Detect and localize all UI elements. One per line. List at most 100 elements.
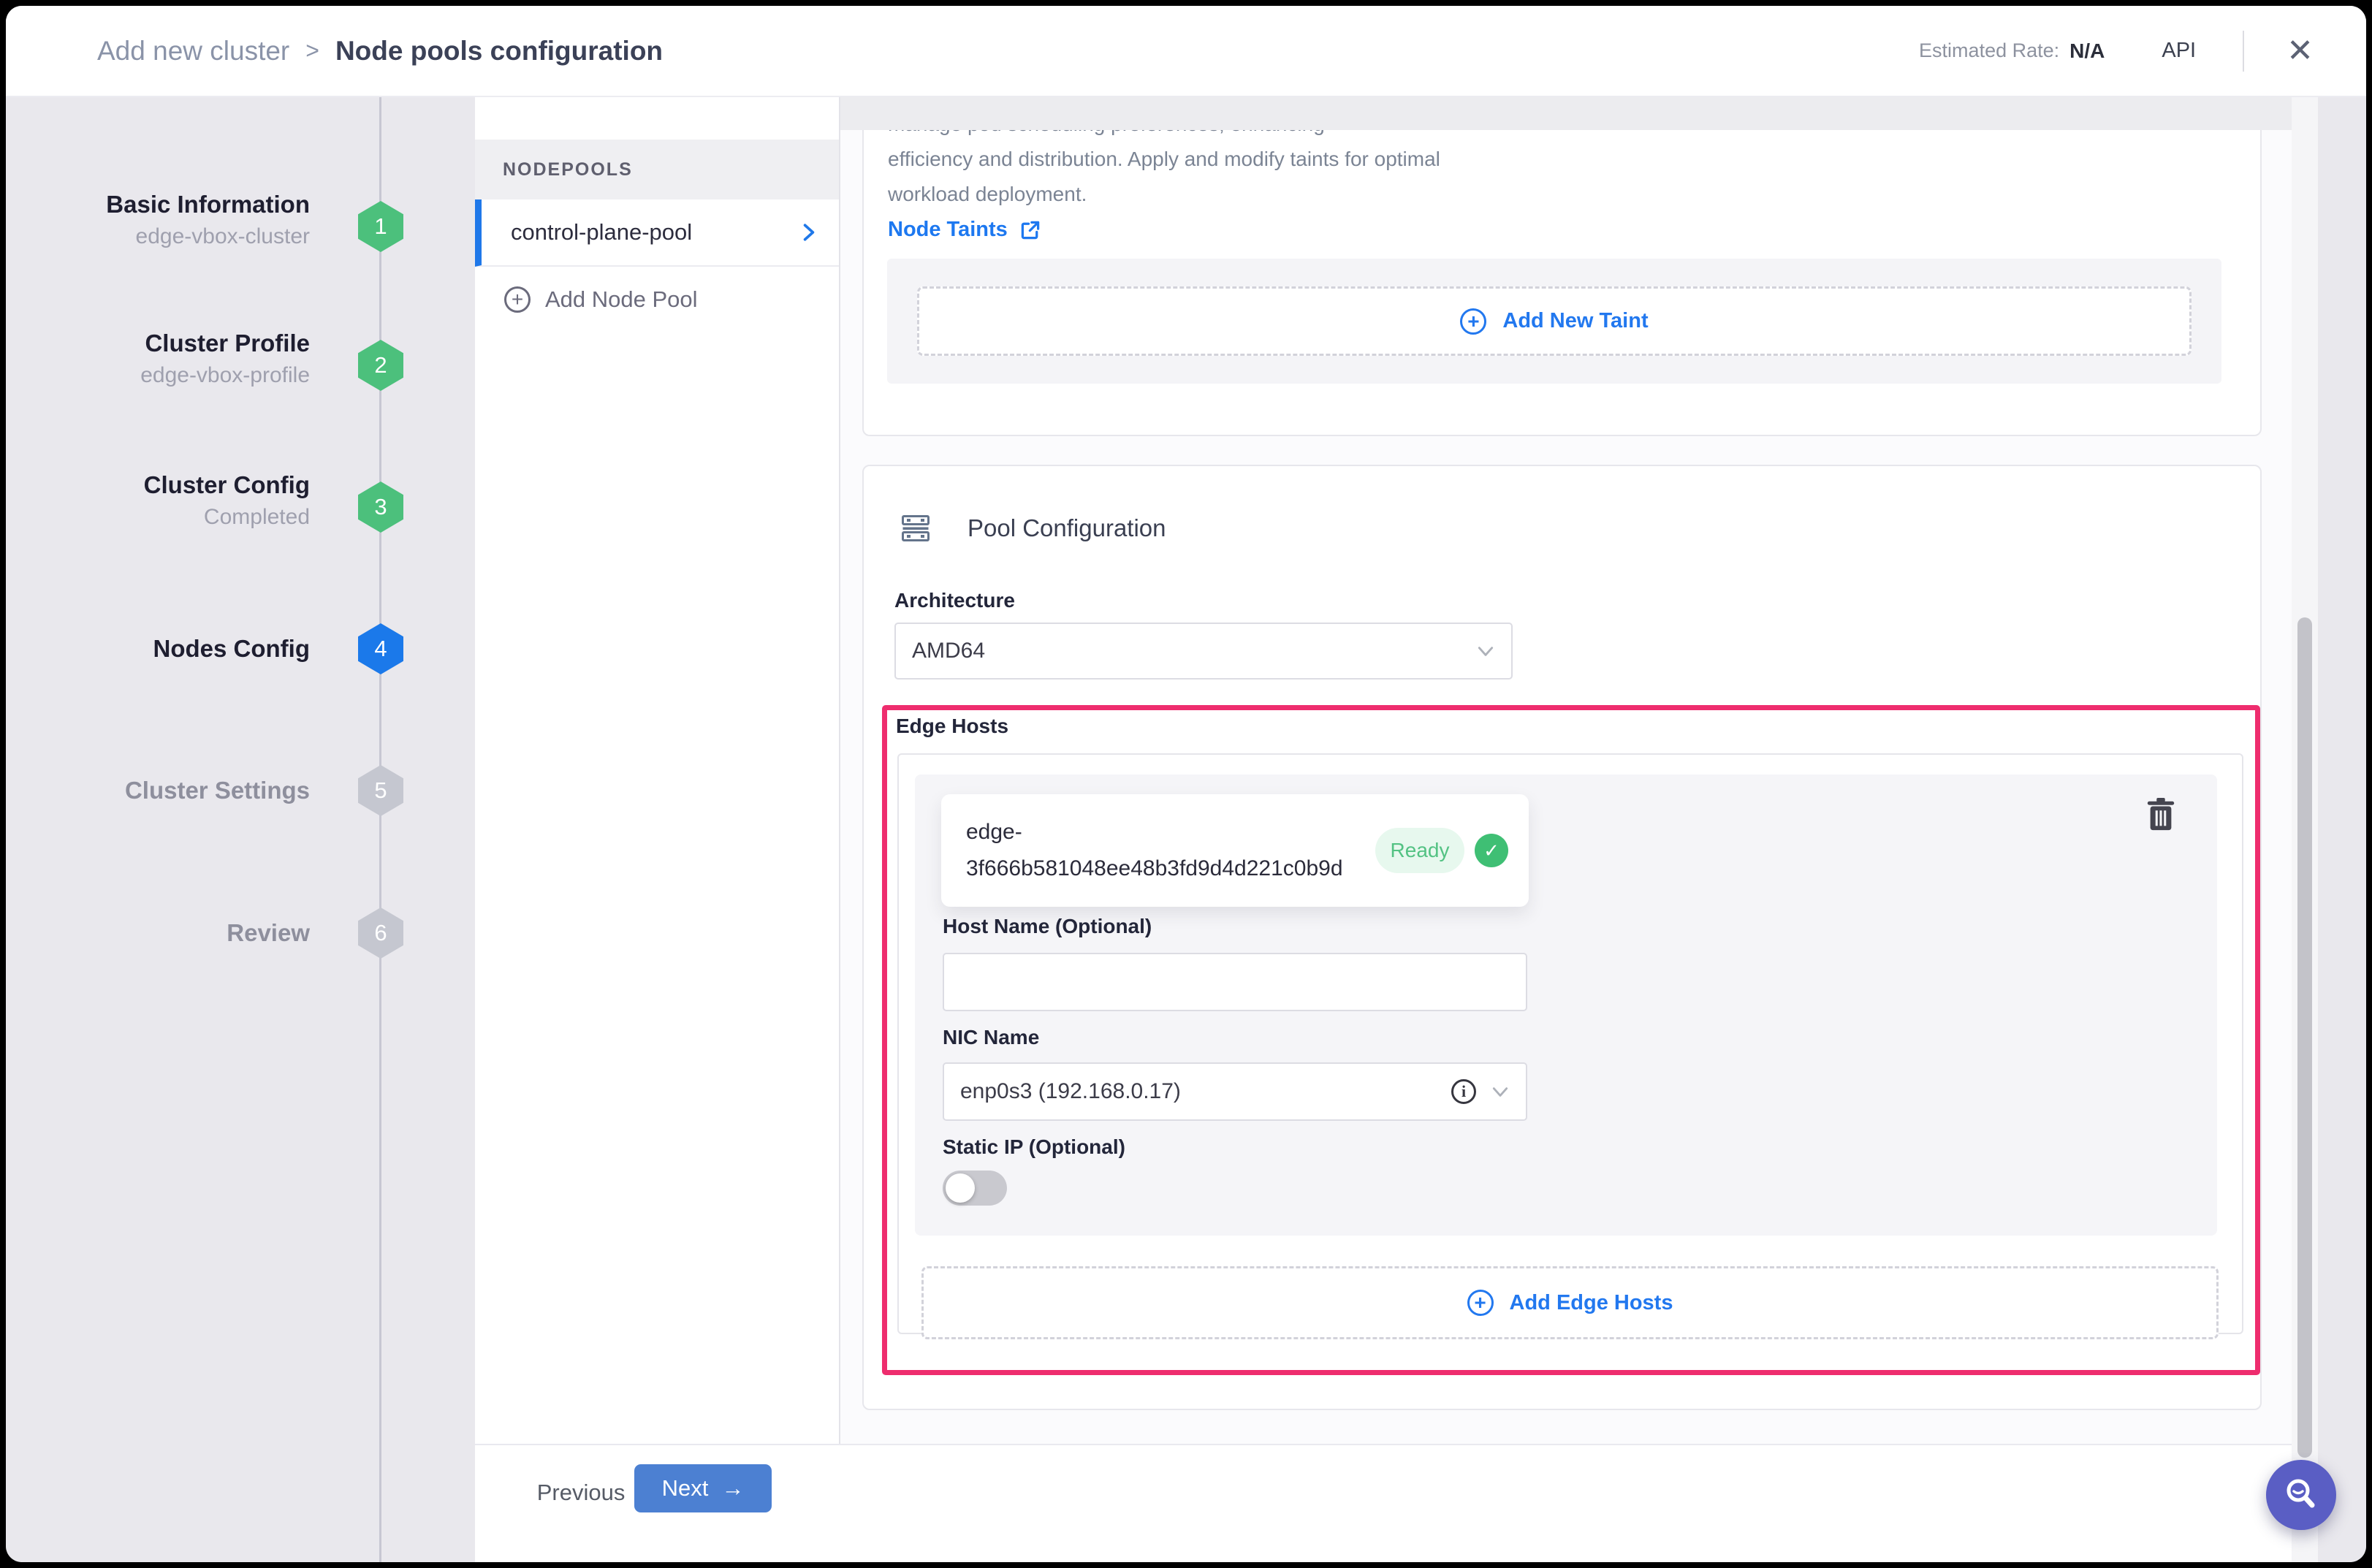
edge-host-id-line1: edge-	[966, 814, 1343, 850]
status-badge: Ready	[1375, 828, 1464, 873]
host-name-input[interactable]	[943, 953, 1527, 1011]
taints-list-container: + Add New Taint	[887, 259, 2221, 384]
plus-glyph: +	[1474, 1293, 1486, 1313]
step-cluster-profile[interactable]: Cluster Profile edge-vbox-profile	[32, 327, 310, 392]
step-4-badge[interactable]: 4	[358, 623, 403, 674]
plus-circle-icon: +	[1460, 308, 1486, 335]
main-top-strip	[840, 97, 2292, 130]
header-actions: Estimated Rate: N/A API ✕	[1919, 31, 2314, 72]
arrow-right-icon: →	[721, 1475, 744, 1502]
plus-glyph: +	[512, 289, 523, 310]
edge-host-id: edge- 3f666b581048ee48b3fd9d4d221c0b9d	[966, 814, 1343, 887]
step-title: Cluster Profile	[32, 327, 310, 359]
chevron-down-icon	[1476, 642, 1495, 661]
edge-hosts-container: edge- 3f666b581048ee48b3fd9d4d221c0b9d R…	[897, 753, 2243, 1334]
taints-description-line-clipped: manage pod scheduling preferences, enhan…	[888, 130, 1440, 142]
estimated-rate-value: N/A	[2069, 39, 2105, 63]
stepper-line	[379, 97, 381, 1562]
next-button[interactable]: Next →	[634, 1464, 772, 1512]
architecture-label: Architecture	[894, 589, 1015, 612]
architecture-value: AMD64	[912, 639, 985, 663]
header-divider	[2243, 31, 2244, 72]
wizard-header: Add new cluster > Node pools configurati…	[6, 6, 2366, 97]
step-title: Cluster Config	[32, 469, 310, 501]
nodepool-item-control-plane-pool[interactable]: control-plane-pool	[475, 199, 839, 267]
step-number: 3	[374, 494, 387, 520]
node-taints-card: manage pod scheduling preferences, enhan…	[862, 130, 2262, 436]
step-number: 2	[374, 352, 387, 378]
step-3-badge[interactable]: 3	[358, 482, 403, 533]
plus-circle-icon: +	[1467, 1290, 1494, 1316]
nic-name-label: NIC Name	[943, 1026, 1039, 1049]
step-1-badge[interactable]: 1	[358, 201, 403, 252]
add-new-taint-label: Add New Taint	[1502, 309, 1648, 333]
step-cluster-config[interactable]: Cluster Config Completed	[32, 469, 310, 533]
step-cluster-settings[interactable]: Cluster Settings	[32, 775, 310, 807]
static-ip-label: Static IP (Optional)	[943, 1135, 1125, 1159]
add-edge-hosts-label: Add Edge Hosts	[1510, 1291, 1673, 1315]
pool-configuration-header: Pool Configuration	[902, 514, 1166, 542]
taints-description-line2: efficiency and distribution. Apply and m…	[888, 142, 1440, 177]
api-button[interactable]: API	[2162, 39, 2196, 63]
architecture-select[interactable]: AMD64	[894, 623, 1513, 680]
step-subtitle: Completed	[32, 501, 310, 533]
estimated-rate-label: Estimated Rate:	[1919, 39, 2059, 62]
breadcrumb-parent[interactable]: Add new cluster	[97, 36, 289, 66]
check-glyph: ✓	[1483, 840, 1499, 862]
edge-hosts-label: Edge Hosts	[896, 715, 1008, 738]
add-node-pool-label: Add Node Pool	[545, 286, 698, 313]
nodepools-panel: NODEPOOLS control-plane-pool + Add Node …	[475, 97, 840, 1562]
step-review[interactable]: Review	[32, 917, 310, 949]
step-5-badge[interactable]: 5	[358, 765, 403, 816]
info-icon[interactable]: i	[1451, 1079, 1476, 1104]
step-number: 5	[374, 777, 387, 804]
step-title: Review	[32, 917, 310, 949]
step-6-badge[interactable]: 6	[358, 907, 403, 959]
check-circle-icon: ✓	[1475, 834, 1508, 867]
step-number: 4	[374, 636, 387, 662]
edge-host-id-line2: 3f666b581048ee48b3fd9d4d221c0b9d	[966, 850, 1343, 887]
add-new-taint-button[interactable]: + Add New Taint	[917, 286, 2192, 356]
chevron-down-icon	[1491, 1082, 1510, 1101]
step-basic-information[interactable]: Basic Information edge-vbox-cluster	[32, 189, 310, 253]
toggle-knob	[946, 1173, 975, 1203]
external-link-icon	[1019, 219, 1041, 241]
vertical-scrollbar-thumb[interactable]	[2297, 617, 2312, 1458]
step-2-badge[interactable]: 2	[358, 340, 403, 391]
plus-circle-icon: +	[504, 286, 531, 313]
edge-host-entry: edge- 3f666b581048ee48b3fd9d4d221c0b9d R…	[915, 775, 2217, 1236]
nodepool-name: control-plane-pool	[511, 219, 692, 246]
delete-host-trash-icon[interactable]	[2144, 796, 2178, 833]
add-node-pool-button[interactable]: + Add Node Pool	[475, 267, 839, 332]
taints-description-line3: workload deployment.	[888, 177, 1440, 212]
chevron-right-icon	[799, 223, 818, 242]
wizard-stepper-sidebar: Basic Information edge-vbox-cluster 1 Cl…	[6, 97, 475, 1562]
step-number: 6	[374, 920, 387, 946]
host-name-label: Host Name (Optional)	[943, 915, 1152, 938]
server-stack-icon	[902, 515, 930, 541]
edge-host-chip[interactable]: edge- 3f666b581048ee48b3fd9d4d221c0b9d R…	[941, 794, 1529, 907]
vertical-scrollbar-track[interactable]	[2292, 97, 2318, 1562]
right-gutter	[2318, 97, 2366, 1562]
wizard-footer: Previous Next →	[475, 1444, 2292, 1562]
page-title: Node pools configuration	[335, 36, 663, 66]
node-taints-link-label: Node Taints	[888, 218, 1008, 242]
previous-button[interactable]: Previous	[537, 1467, 625, 1518]
breadcrumb: Add new cluster > Node pools configurati…	[97, 36, 663, 66]
close-icon[interactable]: ✕	[2287, 32, 2314, 69]
help-search-widget-button[interactable]	[2266, 1460, 2336, 1530]
add-edge-hosts-button[interactable]: + Add Edge Hosts	[921, 1266, 2219, 1339]
main-scroll-area[interactable]: manage pod scheduling preferences, enhan…	[840, 130, 2292, 1444]
node-taints-link[interactable]: Node Taints	[888, 218, 1041, 242]
info-glyph: i	[1461, 1082, 1466, 1101]
step-nodes-config[interactable]: Nodes Config	[32, 633, 310, 665]
taints-description: manage pod scheduling preferences, enhan…	[888, 130, 1440, 212]
static-ip-toggle[interactable]	[943, 1171, 1007, 1206]
nic-name-select[interactable]: enp0s3 (192.168.0.17) i	[943, 1062, 1527, 1121]
edge-hosts-highlighted-section: Edge Hosts edge- 3f666b581048ee48b3fd9d4…	[882, 705, 2260, 1375]
step-subtitle: edge-vbox-cluster	[32, 221, 310, 253]
next-button-label: Next	[662, 1475, 709, 1502]
breadcrumb-separator-icon: >	[305, 37, 319, 64]
plus-glyph: +	[1467, 311, 1479, 332]
pool-configuration-card: Pool Configuration Architecture AMD64 Ed…	[862, 465, 2262, 1410]
